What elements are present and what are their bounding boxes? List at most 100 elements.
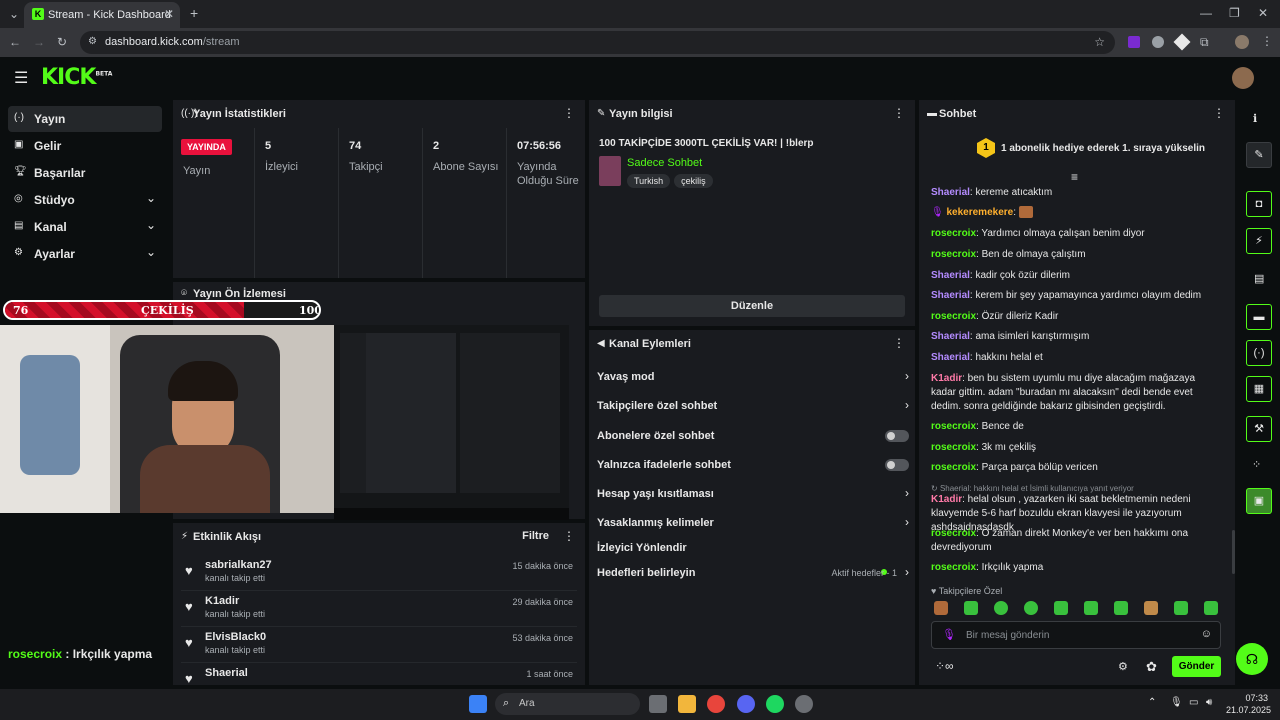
- edit-layout-icon[interactable]: ✎: [1246, 142, 1272, 168]
- emote-icon[interactable]: [1084, 601, 1098, 615]
- sidebar-item-gelir[interactable]: ▣ Gelir: [8, 133, 162, 159]
- wrench-icon[interactable]: ⚒: [1246, 416, 1272, 442]
- gift-icon[interactable]: ✿: [1146, 659, 1157, 675]
- site-info-icon[interactable]: ⚙: [88, 36, 97, 47]
- lightning-icon[interactable]: ⚡︎: [1246, 228, 1272, 254]
- taskbar-search[interactable]: ⌕ Ara: [495, 693, 640, 715]
- emote-icon[interactable]: [1144, 601, 1158, 615]
- chat-bubble-icon[interactable]: ▬: [1246, 304, 1272, 330]
- action-raid[interactable]: İzleyici Yönlendir: [597, 537, 909, 561]
- capture-icon[interactable]: ◘: [1246, 191, 1272, 217]
- bookmark-star-icon[interactable]: ☆: [1094, 35, 1105, 49]
- emote-icon[interactable]: [1024, 601, 1038, 615]
- close-tab-icon[interactable]: ✕: [164, 7, 174, 21]
- forward-icon[interactable]: →: [33, 35, 45, 49]
- back-icon[interactable]: ←: [9, 35, 21, 49]
- windows-start-icon[interactable]: [469, 695, 487, 713]
- extension-icon[interactable]: [1128, 36, 1140, 48]
- edit-button[interactable]: Düzenle: [599, 295, 905, 317]
- app-icon[interactable]: [795, 695, 813, 713]
- file-explorer-icon[interactable]: [678, 695, 696, 713]
- tab-list-icon[interactable]: ⌄: [9, 7, 19, 21]
- extension-icon[interactable]: [1173, 33, 1191, 51]
- browser-tabbar: ⌄ K Stream - Kick Dashboard ✕ + — ❐ ✕: [0, 0, 1280, 28]
- trophy-icon: 🏆︎: [14, 166, 27, 177]
- panel-title: Yayın bilgisi: [609, 108, 673, 120]
- volume-icon[interactable]: 🔊︎: [1206, 697, 1212, 708]
- tag-pill[interactable]: Turkish: [627, 174, 671, 188]
- clock-time[interactable]: 07:33: [1234, 693, 1268, 703]
- info-icon[interactable]: ℹ: [1253, 112, 1257, 125]
- chat-settings-icon[interactable]: ⚙: [1118, 660, 1128, 673]
- broadcast-icon[interactable]: (·): [1246, 340, 1272, 366]
- emote-icon[interactable]: [1174, 601, 1188, 615]
- panel-header: ⚡︎ Etkinlik Akışı Filtre ⋮: [173, 523, 585, 551]
- filter-lines-icon[interactable]: ≡: [1071, 170, 1078, 184]
- more-options-icon[interactable]: ⋮: [1213, 106, 1225, 120]
- more-options-icon[interactable]: ⋮: [563, 529, 575, 543]
- document-icon[interactable]: ▤: [1254, 272, 1264, 285]
- spotify-icon[interactable]: [766, 695, 784, 713]
- close-window-icon[interactable]: ✕: [1258, 6, 1268, 20]
- tray-chevron-icon[interactable]: ⌃: [1148, 697, 1156, 708]
- clock-date[interactable]: 21.07.2025: [1226, 705, 1271, 715]
- filter-button[interactable]: Filtre: [522, 530, 549, 542]
- send-button[interactable]: Gönder: [1172, 656, 1221, 677]
- task-view-icon[interactable]: [649, 695, 667, 713]
- more-options-icon[interactable]: ⋮: [893, 106, 905, 120]
- address-bar[interactable]: ⚙ dashboard.kick.com/stream ☆: [80, 31, 1115, 54]
- extensions-puzzle-icon[interactable]: ⧉: [1200, 35, 1209, 50]
- action-banned-words[interactable]: Yasaklanmış kelimeler ›: [597, 512, 909, 536]
- emote-icon[interactable]: [964, 601, 978, 615]
- action-slow-mode[interactable]: Yavaş mod ›: [597, 366, 909, 390]
- chrome-icon[interactable]: [707, 695, 725, 713]
- reload-icon[interactable]: ↻: [57, 35, 67, 49]
- sidebar-item-kanal[interactable]: ▤ Kanal ⌄: [8, 214, 162, 240]
- browser-tab[interactable]: K Stream - Kick Dashboard ✕: [24, 2, 180, 28]
- new-tab-icon[interactable]: +: [190, 5, 198, 21]
- kick-logo[interactable]: KICKBETA: [41, 65, 112, 90]
- chat-input[interactable]: 🎙︎ Bir mesaj gönderin ☺: [931, 621, 1221, 649]
- emotes-only-toggle[interactable]: [885, 459, 909, 471]
- sidebar-item-basarilar[interactable]: 🏆︎ Başarılar: [8, 160, 162, 186]
- action-followers-only[interactable]: Takipçilere özel sohbet ›: [597, 395, 909, 419]
- activity-user[interactable]: sabrialkan27: [205, 559, 272, 571]
- minimize-icon[interactable]: —: [1200, 6, 1212, 20]
- subscribers-only-toggle[interactable]: [885, 430, 909, 442]
- infinity-icon[interactable]: ⁘∞: [935, 659, 954, 673]
- hamburger-menu-icon[interactable]: ☰: [14, 68, 28, 88]
- sidebar-item-yayin[interactable]: (·) Yayın: [8, 106, 162, 132]
- app-icon[interactable]: ▣: [1246, 488, 1272, 514]
- maximize-icon[interactable]: ❐: [1229, 6, 1240, 20]
- action-account-age[interactable]: Hesap yaşı kısıtlaması ›: [597, 483, 909, 507]
- activity-user[interactable]: ElvisBlack0: [205, 631, 266, 643]
- tag-pill[interactable]: çekiliş: [674, 174, 713, 188]
- activity-user[interactable]: Shaerial: [205, 667, 248, 679]
- dots-icon[interactable]: ⁘: [1252, 458, 1261, 471]
- emote-icon[interactable]: [1054, 601, 1068, 615]
- webcam-feed[interactable]: [0, 325, 334, 513]
- sidebar-item-ayarlar[interactable]: ⚙ Ayarlar ⌄: [8, 241, 162, 267]
- activity-user[interactable]: K1adir: [205, 595, 239, 607]
- more-options-icon[interactable]: ⋮: [893, 336, 905, 350]
- more-options-icon[interactable]: ⋮: [563, 106, 575, 120]
- browser-menu-icon[interactable]: ⋮: [1261, 34, 1273, 48]
- emote-icon[interactable]: [1114, 601, 1128, 615]
- emote-icon[interactable]: [1204, 601, 1218, 615]
- support-headset-icon[interactable]: ☊: [1236, 643, 1268, 675]
- sidebar-item-studyo[interactable]: ◎ Stüdyo ⌄: [8, 187, 162, 213]
- category-link[interactable]: Sadece Sohbet: [627, 157, 702, 169]
- emoji-icon[interactable]: ☺: [1201, 628, 1212, 640]
- action-goals[interactable]: Hedefleri belirleyin Aktif hedefler - 1 …: [597, 562, 909, 586]
- gift-leaderboard-text[interactable]: 1 abonelik hediye ederek 1. sıraya yükse…: [1001, 143, 1205, 154]
- microphone-icon[interactable]: 🎙︎: [1170, 697, 1183, 708]
- chat-scrollbar[interactable]: [1232, 530, 1235, 574]
- network-icon[interactable]: ▭: [1189, 697, 1198, 708]
- emote-icon[interactable]: [994, 601, 1008, 615]
- extension-icon[interactable]: [1152, 36, 1164, 48]
- emote-icon[interactable]: [934, 601, 948, 615]
- discord-icon[interactable]: [737, 695, 755, 713]
- layout-icon[interactable]: ▦: [1246, 376, 1272, 402]
- user-avatar[interactable]: [1232, 67, 1254, 89]
- profile-avatar[interactable]: [1235, 35, 1249, 49]
